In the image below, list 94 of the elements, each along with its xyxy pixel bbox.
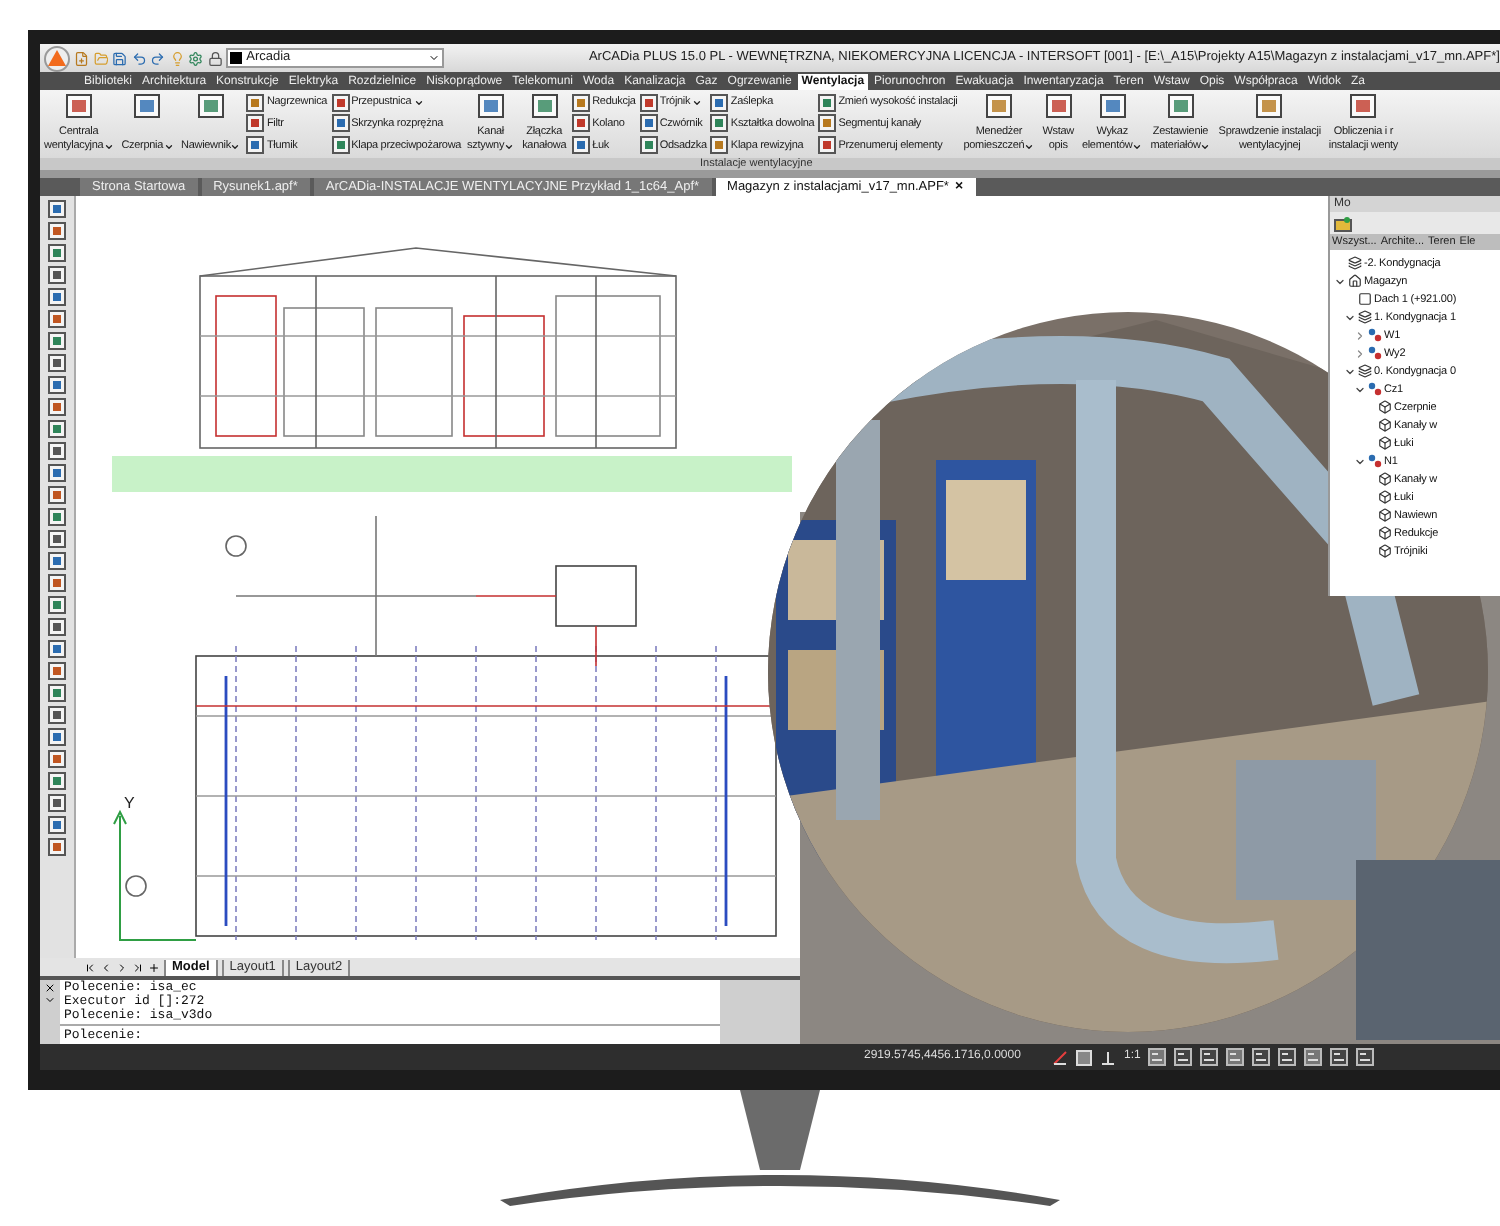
undo-icon[interactable] [131, 49, 147, 67]
tool-icon [1350, 94, 1377, 118]
element-icon [1378, 544, 1392, 558]
status-toggle-icon[interactable] [1252, 1048, 1271, 1066]
tool-button[interactable] [46, 574, 68, 592]
tool-button[interactable] [46, 244, 68, 262]
tool-icon [1256, 94, 1283, 118]
grid-icon[interactable] [1076, 1049, 1092, 1065]
layers-icon [1358, 310, 1372, 324]
tool-button[interactable] [46, 486, 68, 504]
tool-button[interactable] [46, 684, 68, 702]
tool-button[interactable] [46, 266, 68, 284]
tool-button[interactable] [46, 530, 68, 548]
tool-button[interactable] [46, 838, 68, 856]
tool-button[interactable] [46, 706, 68, 724]
tool-button[interactable] [46, 398, 68, 416]
tool-button[interactable] [46, 508, 68, 526]
status-toggle-icon[interactable] [1278, 1048, 1297, 1066]
element-icon [1378, 418, 1392, 432]
element-icon [1378, 508, 1392, 522]
tool-button[interactable] [46, 662, 68, 680]
tool-icon [1045, 94, 1072, 118]
axis-label: Y [124, 792, 135, 816]
logo-icon [44, 45, 70, 71]
tool-button[interactable] [46, 354, 68, 372]
system-icon [1368, 454, 1382, 468]
tool-icon [477, 94, 504, 118]
tool-button[interactable] [46, 310, 68, 328]
collapsed-icon[interactable] [1354, 347, 1366, 359]
tool-button[interactable] [46, 772, 68, 790]
status-toggle-icon[interactable] [1226, 1048, 1245, 1066]
add-icon[interactable] [148, 961, 160, 973]
axis-icon[interactable] [1100, 1049, 1116, 1065]
collapsed-icon[interactable] [1354, 329, 1366, 341]
expanded-icon[interactable] [1354, 383, 1366, 395]
tool-button[interactable] [46, 552, 68, 570]
expanded-icon[interactable] [1344, 365, 1356, 377]
status-toggle-icon[interactable] [1330, 1048, 1349, 1066]
element-icon [1378, 400, 1392, 414]
new-file-icon[interactable] [74, 49, 90, 67]
tool-button[interactable] [46, 222, 68, 240]
tool-icon [65, 94, 92, 118]
gear-icon[interactable] [188, 49, 204, 67]
status-toggle-icon[interactable] [1356, 1048, 1375, 1066]
color-swatch [230, 52, 243, 64]
tool-button[interactable] [46, 288, 68, 306]
tool-icon [985, 94, 1012, 118]
layers-icon [1358, 364, 1372, 378]
element-icon [1378, 472, 1392, 486]
folder-icon[interactable] [1334, 215, 1352, 231]
tool-button[interactable] [46, 464, 68, 482]
tool-icon [197, 94, 224, 118]
expanded-icon[interactable] [1354, 455, 1366, 467]
element-icon [1378, 436, 1392, 450]
tool-button[interactable] [46, 750, 68, 768]
element-icon [1378, 526, 1392, 540]
save-icon[interactable] [112, 49, 128, 67]
dropdown-icon[interactable] [44, 994, 56, 1006]
status-toggle-icon[interactable] [1174, 1048, 1193, 1066]
status-toggle-icon[interactable] [1148, 1048, 1167, 1066]
system-icon [1368, 382, 1382, 396]
tool-button[interactable] [46, 200, 68, 218]
tool-button[interactable] [46, 816, 68, 834]
tool-button[interactable] [46, 794, 68, 812]
house-icon [1348, 274, 1362, 288]
snap-icon[interactable] [1052, 1049, 1068, 1065]
status-toggle-icon[interactable] [1200, 1048, 1219, 1066]
tool-button[interactable] [46, 376, 68, 394]
tool-button[interactable] [46, 332, 68, 350]
axis-icon [113, 809, 197, 941]
tool-button[interactable] [46, 640, 68, 658]
expanded-icon[interactable] [1334, 275, 1346, 287]
close-icon[interactable] [44, 982, 56, 994]
tool-button[interactable] [46, 618, 68, 636]
layers-icon [1348, 256, 1362, 270]
tool-icon [1167, 94, 1194, 118]
redo-icon[interactable] [150, 49, 166, 67]
element-icon [1378, 490, 1392, 504]
roof-icon [1358, 292, 1372, 306]
first-icon[interactable] [84, 961, 96, 973]
tool-button[interactable] [46, 728, 68, 746]
previous-icon[interactable] [100, 961, 112, 973]
tool-button[interactable] [46, 442, 68, 460]
tool-button[interactable] [46, 420, 68, 438]
expanded-icon[interactable] [1344, 311, 1356, 323]
next-icon[interactable] [116, 961, 128, 973]
lock-icon[interactable] [207, 49, 223, 67]
last-icon[interactable] [132, 961, 144, 973]
status-toggle-icon[interactable] [1304, 1048, 1323, 1066]
tool-icon [531, 94, 558, 118]
tool-icon [134, 94, 161, 118]
tool-button[interactable] [46, 596, 68, 614]
dropdown-icon [428, 52, 441, 64]
tool-icon [1099, 94, 1126, 118]
